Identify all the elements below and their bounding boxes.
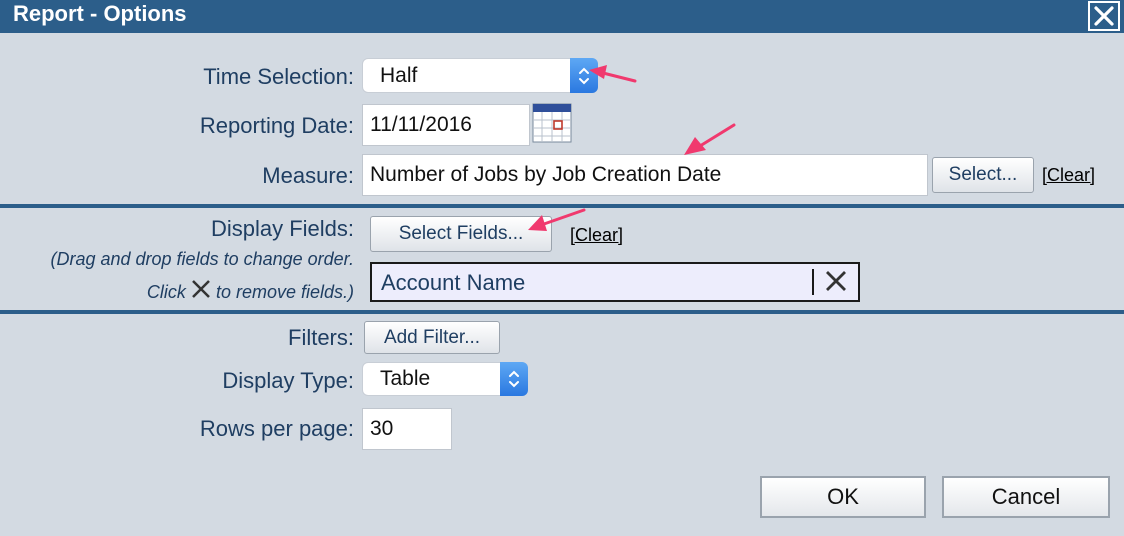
field-name: Account Name: [381, 270, 526, 295]
filters-label: Filters:: [288, 325, 354, 350]
ok-button[interactable]: OK: [760, 476, 926, 518]
section-divider-2: [0, 310, 1124, 314]
field-list-item[interactable]: Account Name: [370, 262, 860, 302]
help-click-text: Click: [146, 282, 186, 302]
rows-per-page-label: Rows per page:: [199, 416, 354, 441]
dialog-titlebar: Report - Options: [0, 0, 1124, 33]
measure-input[interactable]: Number of Jobs by Job Creation Date: [362, 154, 928, 196]
updown-chevron-icon: [500, 362, 528, 396]
reporting-date-label: Reporting Date:: [199, 113, 354, 138]
close-icon: [1094, 6, 1114, 26]
select-fields-button[interactable]: Select Fields...: [370, 216, 552, 252]
section-divider: [0, 204, 1124, 208]
display-type-select[interactable]: Table: [362, 362, 528, 396]
cancel-button[interactable]: Cancel: [942, 476, 1110, 518]
field-separator: [812, 269, 814, 295]
reporting-date-input[interactable]: 11/11/2016: [362, 104, 530, 146]
dialog-title: Report - Options: [13, 1, 187, 26]
display-fields-clear-link[interactable]: [Clear]: [570, 225, 623, 246]
updown-chevron-icon: [570, 58, 598, 93]
display-fields-label: Display Fields:: [210, 216, 354, 241]
measure-label: Measure:: [262, 163, 354, 188]
calendar-icon: [532, 103, 572, 143]
remove-field-icon[interactable]: [824, 269, 848, 293]
measure-select-button[interactable]: Select...: [932, 157, 1034, 193]
remove-x-icon: [192, 280, 210, 298]
calendar-button[interactable]: [532, 103, 572, 143]
display-type-label: Display Type:: [222, 368, 354, 393]
close-button[interactable]: [1088, 1, 1120, 31]
help-rest-text: to remove fields.): [215, 282, 354, 302]
time-selection-label: Time Selection:: [203, 64, 354, 89]
display-fields-help-line2: Click to remove fields.): [0, 279, 354, 303]
measure-clear-link[interactable]: [Clear]: [1042, 165, 1095, 186]
time-selection-select[interactable]: Half: [362, 58, 598, 93]
rows-per-page-input[interactable]: 30: [362, 408, 452, 450]
time-selection-value: Half: [380, 63, 418, 87]
add-filter-button[interactable]: Add Filter...: [364, 321, 500, 354]
display-type-value: Table: [380, 367, 431, 390]
display-fields-help-line1: (Drag and drop fields to change order.: [50, 249, 354, 269]
